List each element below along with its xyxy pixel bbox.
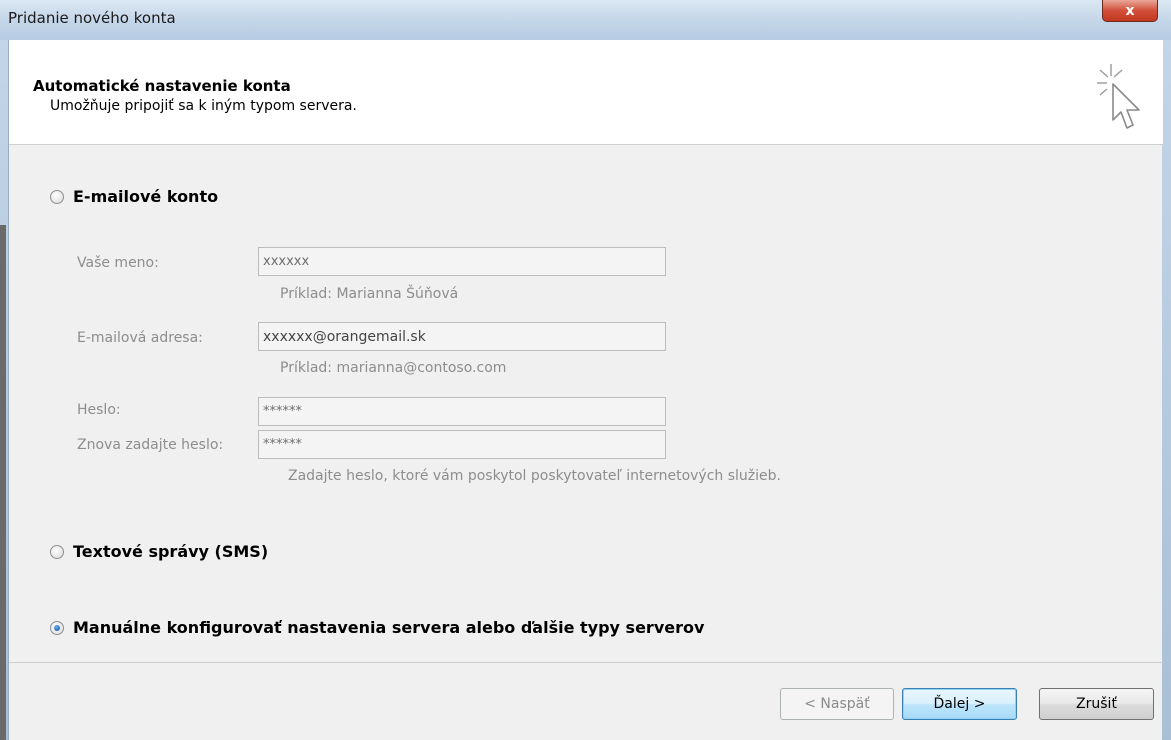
name-field[interactable]: xxxxxx [258, 247, 666, 276]
header-subtitle: Umožňuje pripojiť sa k iným typom server… [50, 98, 357, 114]
cancel-button[interactable]: Zrušiť [1039, 688, 1154, 720]
sms-radio[interactable] [50, 544, 64, 559]
footer-divider [9, 662, 1163, 663]
sms-label: Textové správy (SMS) [73, 542, 269, 561]
password-field[interactable]: ****** [258, 397, 666, 426]
email-account-option[interactable]: E-mailové konto [50, 187, 218, 206]
email-label: E-mailová adresa: [77, 330, 203, 346]
window-frame-shadow [0, 225, 6, 740]
close-icon: x [1125, 2, 1135, 19]
window-title: Pridanie nového konta [8, 9, 176, 27]
password-hint: Zadajte heslo, ktoré vám poskytol poskyt… [288, 468, 781, 484]
password-repeat-label: Znova zadajte heslo: [77, 437, 224, 453]
manual-config-radio[interactable] [50, 620, 64, 635]
password-repeat-field[interactable]: ****** [258, 430, 666, 459]
cursor-sparkle-icon [1097, 64, 1140, 129]
wizard-header: Automatické nastavenie konta Umožňuje pr… [9, 40, 1163, 145]
email-account-radio[interactable] [50, 189, 64, 204]
name-label: Vaše meno: [77, 255, 159, 271]
manual-config-option[interactable]: Manuálne konfigurovať nastavenia servera… [50, 618, 704, 637]
manual-config-label: Manuálne konfigurovať nastavenia servera… [73, 618, 705, 637]
email-account-label: E-mailové konto [73, 187, 219, 206]
email-field[interactable]: xxxxxx@orangemail.sk [258, 322, 666, 351]
next-button[interactable]: Ďalej > [902, 688, 1017, 720]
header-title: Automatické nastavenie konta [33, 77, 291, 95]
window-frame-right [1162, 40, 1171, 740]
sms-option[interactable]: Textové správy (SMS) [50, 542, 268, 561]
name-hint: Príklad: Marianna Šúňová [280, 286, 459, 302]
back-button[interactable]: < Naspäť [780, 688, 894, 720]
close-button[interactable]: x [1102, 0, 1158, 22]
add-account-dialog: Pridanie nového konta x Automatické nast… [0, 0, 1171, 740]
title-bar: Pridanie nového konta x [0, 0, 1171, 40]
email-hint: Príklad: marianna@contoso.com [280, 360, 507, 376]
dialog-body: Automatické nastavenie konta Umožňuje pr… [8, 40, 1163, 740]
password-label: Heslo: [77, 402, 121, 418]
